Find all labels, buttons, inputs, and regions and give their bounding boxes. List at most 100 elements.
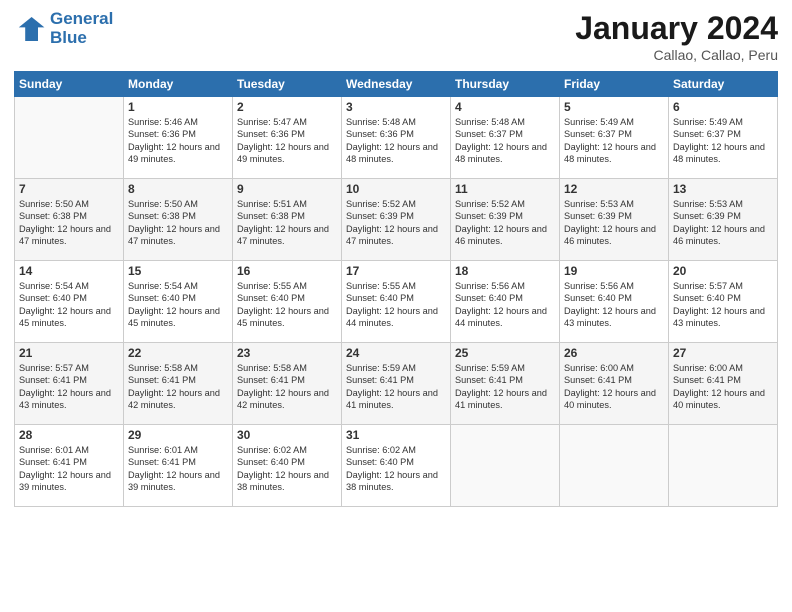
day-number: 5	[564, 100, 664, 114]
cell-info: Sunrise: 6:00 AMSunset: 6:41 PMDaylight:…	[564, 362, 664, 412]
cell-info: Sunrise: 5:49 AMSunset: 6:37 PMDaylight:…	[564, 116, 664, 166]
calendar-cell: 14 Sunrise: 5:54 AMSunset: 6:40 PMDayligh…	[15, 261, 124, 343]
cell-info: Sunrise: 6:00 AMSunset: 6:41 PMDaylight:…	[673, 362, 773, 412]
week-row-5: 28Sunrise: 6:01 AMSunset: 6:41 PMDayligh…	[15, 425, 778, 507]
cell-info: Sunrise: 6:01 AMSunset: 6:41 PMDaylight:…	[128, 444, 228, 494]
day-number: 13	[673, 182, 773, 196]
calendar-cell: 23 Sunrise: 5:58 AMSunset: 6:41 PMDayligh…	[233, 343, 342, 425]
day-number: 18	[455, 264, 555, 278]
day-number: 25	[455, 346, 555, 360]
day-number: 10	[346, 182, 446, 196]
cell-info: Sunrise: 5:56 AMSunset: 6:40 PMDaylight:…	[455, 280, 555, 330]
day-number: 29	[128, 428, 228, 442]
day-number: 3	[346, 100, 446, 114]
day-number: 14	[19, 264, 119, 278]
weekday-header-saturday: Saturday	[669, 72, 778, 97]
cell-info: Sunrise: 5:57 AMSunset: 6:41 PMDaylight:…	[19, 362, 119, 412]
calendar-cell: 3Sunrise: 5:48 AMSunset: 6:36 PMDaylight…	[342, 97, 451, 179]
day-number: 6	[673, 100, 773, 114]
week-row-4: 21 Sunrise: 5:57 AMSunset: 6:41 PMDayligh…	[15, 343, 778, 425]
day-number: 22	[128, 346, 228, 360]
cell-info: Sunrise: 5:51 AMSunset: 6:38 PMDaylight:…	[237, 198, 337, 248]
calendar-cell: 20 Sunrise: 5:57 AMSunset: 6:40 PMDayligh…	[669, 261, 778, 343]
day-number: 23	[237, 346, 337, 360]
day-number: 15	[128, 264, 228, 278]
day-number: 12	[564, 182, 664, 196]
cell-info: Sunrise: 5:55 AMSunset: 6:40 PMDaylight:…	[346, 280, 446, 330]
calendar-cell: 31 Sunrise: 6:02 AMSunset: 6:40 PMDayligh…	[342, 425, 451, 507]
week-row-3: 14 Sunrise: 5:54 AMSunset: 6:40 PMDayligh…	[15, 261, 778, 343]
cell-info: Sunrise: 5:54 AMSunset: 6:40 PMDaylight:…	[19, 280, 119, 330]
day-number: 11	[455, 182, 555, 196]
calendar-cell: 4Sunrise: 5:48 AMSunset: 6:37 PMDaylight…	[451, 97, 560, 179]
calendar-cell: 27 Sunrise: 6:00 AMSunset: 6:41 PMDayligh…	[669, 343, 778, 425]
calendar-cell: 26 Sunrise: 6:00 AMSunset: 6:41 PMDayligh…	[560, 343, 669, 425]
cell-info: Sunrise: 5:54 AMSunset: 6:40 PMDaylight:…	[128, 280, 228, 330]
calendar-cell: 19 Sunrise: 5:56 AMSunset: 6:40 PMDayligh…	[560, 261, 669, 343]
cell-info: Sunrise: 5:49 AMSunset: 6:37 PMDaylight:…	[673, 116, 773, 166]
day-number: 19	[564, 264, 664, 278]
cell-info: Sunrise: 5:55 AMSunset: 6:40 PMDaylight:…	[237, 280, 337, 330]
calendar-cell: 9 Sunrise: 5:51 AMSunset: 6:38 PMDaylight…	[233, 179, 342, 261]
day-number: 2	[237, 100, 337, 114]
cell-info: Sunrise: 5:59 AMSunset: 6:41 PMDaylight:…	[455, 362, 555, 412]
calendar-cell: 25 Sunrise: 5:59 AMSunset: 6:41 PMDayligh…	[451, 343, 560, 425]
cell-info: Sunrise: 5:58 AMSunset: 6:41 PMDaylight:…	[237, 362, 337, 412]
calendar-cell: 7 Sunrise: 5:50 AMSunset: 6:38 PMDaylight…	[15, 179, 124, 261]
calendar-cell: 21 Sunrise: 5:57 AMSunset: 6:41 PMDayligh…	[15, 343, 124, 425]
calendar-cell	[15, 97, 124, 179]
day-number: 17	[346, 264, 446, 278]
calendar-cell	[669, 425, 778, 507]
calendar-cell: 18 Sunrise: 5:56 AMSunset: 6:40 PMDayligh…	[451, 261, 560, 343]
calendar-cell: 1 Sunrise: 5:46 AMSunset: 6:36 PMDaylight…	[124, 97, 233, 179]
page-header: General Blue January 2024 Callao, Callao…	[14, 10, 778, 63]
logo-text: General Blue	[50, 10, 113, 47]
calendar-cell: 22 Sunrise: 5:58 AMSunset: 6:41 PMDayligh…	[124, 343, 233, 425]
calendar-cell: 29 Sunrise: 6:01 AMSunset: 6:41 PMDayligh…	[124, 425, 233, 507]
day-number: 8	[128, 182, 228, 196]
calendar-table: SundayMondayTuesdayWednesdayThursdayFrid…	[14, 71, 778, 507]
calendar-cell: 13 Sunrise: 5:53 AMSunset: 6:39 PMDayligh…	[669, 179, 778, 261]
title-area: January 2024 Callao, Callao, Peru	[575, 10, 778, 63]
day-number: 9	[237, 182, 337, 196]
cell-info: Sunrise: 5:47 AMSunset: 6:36 PMDaylight:…	[237, 116, 337, 166]
cell-info: Sunrise: 5:46 AMSunset: 6:36 PMDaylight:…	[128, 116, 228, 166]
calendar-cell: 16Sunrise: 5:55 AMSunset: 6:40 PMDayligh…	[233, 261, 342, 343]
calendar-cell: 2 Sunrise: 5:47 AMSunset: 6:36 PMDaylight…	[233, 97, 342, 179]
calendar-cell: 30Sunrise: 6:02 AMSunset: 6:40 PMDayligh…	[233, 425, 342, 507]
calendar-cell: 5 Sunrise: 5:49 AMSunset: 6:37 PMDaylight…	[560, 97, 669, 179]
weekday-header-thursday: Thursday	[451, 72, 560, 97]
weekday-header-sunday: Sunday	[15, 72, 124, 97]
day-number: 1	[128, 100, 228, 114]
cell-info: Sunrise: 6:02 AMSunset: 6:40 PMDaylight:…	[237, 444, 337, 494]
cell-info: Sunrise: 5:50 AMSunset: 6:38 PMDaylight:…	[19, 198, 119, 248]
week-row-2: 7 Sunrise: 5:50 AMSunset: 6:38 PMDaylight…	[15, 179, 778, 261]
day-number: 21	[19, 346, 119, 360]
cell-info: Sunrise: 5:48 AMSunset: 6:37 PMDaylight:…	[455, 116, 555, 166]
location-subtitle: Callao, Callao, Peru	[575, 47, 778, 63]
day-number: 26	[564, 346, 664, 360]
cell-info: Sunrise: 5:53 AMSunset: 6:39 PMDaylight:…	[673, 198, 773, 248]
logo-icon	[14, 13, 46, 45]
calendar-cell: 17 Sunrise: 5:55 AMSunset: 6:40 PMDayligh…	[342, 261, 451, 343]
calendar-cell: 24Sunrise: 5:59 AMSunset: 6:41 PMDayligh…	[342, 343, 451, 425]
cell-info: Sunrise: 5:56 AMSunset: 6:40 PMDaylight:…	[564, 280, 664, 330]
weekday-header-wednesday: Wednesday	[342, 72, 451, 97]
weekday-header-row: SundayMondayTuesdayWednesdayThursdayFrid…	[15, 72, 778, 97]
cell-info: Sunrise: 6:02 AMSunset: 6:40 PMDaylight:…	[346, 444, 446, 494]
calendar-cell: 12 Sunrise: 5:53 AMSunset: 6:39 PMDayligh…	[560, 179, 669, 261]
calendar-cell: 8Sunrise: 5:50 AMSunset: 6:38 PMDaylight…	[124, 179, 233, 261]
day-number: 7	[19, 182, 119, 196]
calendar-cell: 6 Sunrise: 5:49 AMSunset: 6:37 PMDaylight…	[669, 97, 778, 179]
weekday-header-tuesday: Tuesday	[233, 72, 342, 97]
month-title: January 2024	[575, 10, 778, 47]
calendar-cell	[560, 425, 669, 507]
day-number: 20	[673, 264, 773, 278]
cell-info: Sunrise: 5:58 AMSunset: 6:41 PMDaylight:…	[128, 362, 228, 412]
cell-info: Sunrise: 5:53 AMSunset: 6:39 PMDaylight:…	[564, 198, 664, 248]
cell-info: Sunrise: 5:52 AMSunset: 6:39 PMDaylight:…	[455, 198, 555, 248]
cell-info: Sunrise: 6:01 AMSunset: 6:41 PMDaylight:…	[19, 444, 119, 494]
day-number: 31	[346, 428, 446, 442]
cell-info: Sunrise: 5:57 AMSunset: 6:40 PMDaylight:…	[673, 280, 773, 330]
day-number: 27	[673, 346, 773, 360]
